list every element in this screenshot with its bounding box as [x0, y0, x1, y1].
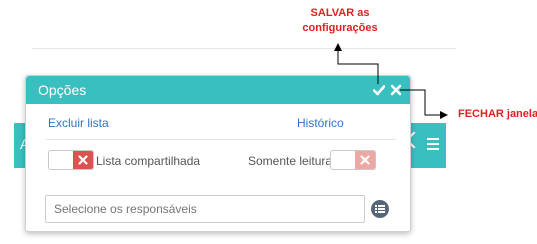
annotation-arrows	[334, 43, 448, 119]
